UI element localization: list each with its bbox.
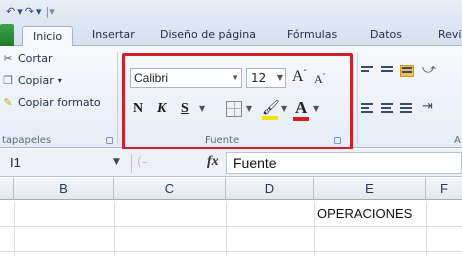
font-group-highlight (122, 53, 353, 150)
tab-insertar[interactable]: Insertar (88, 25, 139, 46)
tab-diseno-de-pagina[interactable]: Diseño de página (156, 25, 260, 46)
copy-button[interactable]: ❐ Copiar ▾ (2, 74, 62, 87)
cut-button[interactable]: ✂ Cortar (2, 51, 53, 65)
format-painter-icon: ✎ (3, 95, 13, 109)
copy-label: Copiar (18, 74, 54, 87)
tab-datos[interactable]: Datos (366, 25, 406, 46)
align-left-icon[interactable] (361, 103, 375, 115)
cell-e1[interactable]: OPERACIONES (317, 206, 412, 221)
file-tab[interactable] (0, 24, 14, 46)
undo-dropdown-icon[interactable]: ▾ (17, 5, 23, 18)
column-header-c[interactable]: C (114, 178, 226, 200)
scissors-icon: ✂ (3, 51, 13, 65)
align-bottom-icon[interactable] (400, 65, 414, 77)
redo-dropdown-icon[interactable]: ▾ (36, 5, 42, 18)
align-top-icon[interactable] (361, 66, 375, 78)
group-divider (117, 52, 118, 144)
customize-toolbar-icon[interactable]: |▾ (46, 5, 55, 18)
grid-line (426, 201, 427, 256)
worksheet-grid[interactable]: OPERACIONES (0, 201, 462, 256)
formula-bar-divider (131, 154, 132, 173)
tab-revisar[interactable]: Revi (434, 25, 462, 46)
clipboard-launcher-icon[interactable] (106, 137, 113, 144)
indent-icon[interactable]: ⇥ (422, 99, 433, 114)
ribbon-tabs: Inicio Insertar Diseño de página Fórmula… (0, 22, 462, 47)
undo-icon[interactable]: ↶ (6, 5, 15, 18)
align-center-icon[interactable] (381, 103, 395, 115)
formula-input[interactable]: Fuente (226, 152, 462, 174)
align-middle-icon[interactable] (381, 66, 395, 78)
column-header-d[interactable]: D (226, 178, 314, 200)
column-header-e[interactable]: E (314, 178, 426, 200)
format-painter-label: Copiar formato (18, 96, 101, 109)
formula-bar-ghost-icon: (– (137, 155, 148, 169)
formula-bar: I1 ▼ (– fx Fuente (0, 149, 462, 177)
alignment-group-label: A (454, 135, 461, 146)
grid-line (0, 251, 462, 252)
column-header-f[interactable]: F (426, 178, 462, 200)
align-right-icon[interactable] (400, 103, 414, 115)
clipboard-group-label: tapapeles (2, 135, 52, 146)
format-painter-button[interactable]: ✎ Copiar formato (2, 95, 101, 109)
tab-inicio[interactable]: Inicio (22, 26, 74, 47)
redo-icon[interactable]: ↷ (25, 5, 34, 18)
copy-icon: ❐ (3, 73, 13, 87)
cut-label: Cortar (18, 52, 53, 65)
tab-formulas[interactable]: Fórmulas (283, 25, 341, 46)
grid-line (314, 201, 315, 256)
copy-dropdown-icon[interactable]: ▾ (58, 76, 62, 85)
column-headers: B C D E F (0, 178, 462, 200)
grid-line (114, 201, 115, 256)
column-header-b[interactable]: B (14, 178, 114, 200)
quick-access-toolbar: ↶ ▾ ↷ ▾ |▾ (0, 0, 462, 22)
select-all-corner[interactable] (0, 178, 14, 200)
grid-line (226, 201, 227, 256)
orientation-icon[interactable]: ⤻ (422, 62, 436, 77)
grid-line (0, 226, 462, 227)
grid-line (14, 201, 15, 256)
group-divider (357, 52, 358, 144)
name-box-dropdown-icon[interactable]: ▼ (113, 157, 120, 167)
name-box[interactable]: I1 (10, 153, 110, 173)
insert-function-icon[interactable]: fx (207, 154, 219, 170)
